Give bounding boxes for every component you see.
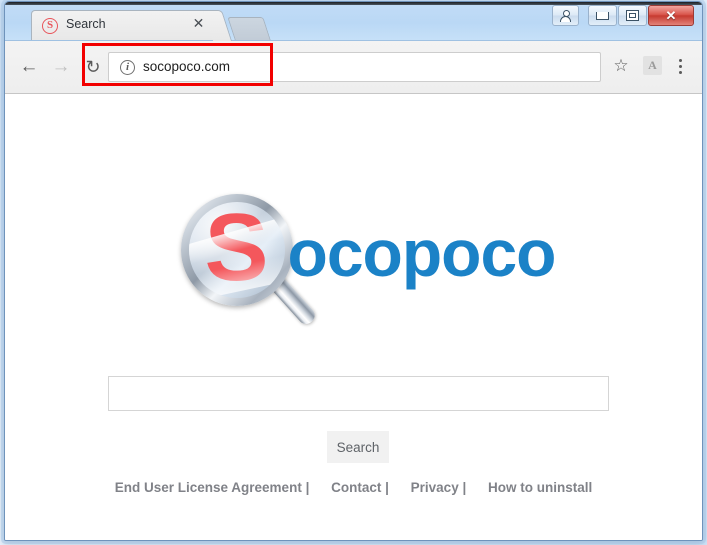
magnifier-lens: S — [188, 202, 285, 298]
minimize-icon — [596, 11, 609, 20]
close-icon: ✕ — [665, 7, 677, 23]
site-logo: S ocopoco — [5, 192, 702, 328]
desktop-background: S Search ✕ ✕ ← → ↻ i socopoco.com ☆ A oc… — [0, 0, 707, 545]
user-icon — [560, 9, 571, 22]
site-info-icon[interactable]: i — [120, 60, 135, 75]
link-how-to-uninstall[interactable]: How to uninstall — [488, 480, 592, 495]
bookmark-star-icon[interactable]: ☆ — [609, 54, 633, 78]
close-window-button[interactable]: ✕ — [648, 5, 694, 26]
browser-title-bar: S Search ✕ ✕ — [5, 2, 702, 41]
logo-wordmark: ocopoco — [287, 216, 557, 290]
menu-dot-icon — [678, 64, 682, 68]
forward-button[interactable]: → — [49, 55, 73, 79]
chrome-menu-button[interactable] — [671, 54, 689, 78]
search-button[interactable]: Search — [327, 431, 389, 463]
page-content: S ocopoco Search End User License Agreem… — [5, 94, 702, 540]
tab-favicon-icon: S — [42, 18, 58, 34]
footer-links: End User License Agreement | Contact | P… — [5, 480, 702, 495]
minimize-button[interactable] — [588, 5, 617, 26]
magnifier-ring: S — [180, 194, 293, 306]
reload-button[interactable]: ↻ — [81, 55, 105, 79]
maximize-button[interactable] — [618, 5, 647, 26]
link-contact[interactable]: Contact | — [331, 480, 389, 495]
maximize-icon — [626, 10, 639, 21]
link-end-user-license-agreement[interactable]: End User License Agreement | — [115, 480, 310, 495]
browser-toolbar: ← → ↻ i socopoco.com ☆ A — [5, 41, 702, 94]
browser-tab-search[interactable]: S Search ✕ — [31, 10, 233, 41]
new-tab-button[interactable] — [227, 17, 271, 40]
menu-dot-icon — [678, 58, 682, 62]
address-bar[interactable]: i socopoco.com — [108, 52, 601, 82]
back-button[interactable]: ← — [17, 55, 41, 79]
tab-close-icon[interactable]: ✕ — [191, 15, 206, 31]
menu-dot-icon — [678, 70, 682, 74]
user-profile-button[interactable] — [552, 5, 579, 26]
search-input[interactable] — [108, 376, 609, 411]
window-controls: ✕ — [551, 5, 694, 26]
address-bar-url: socopoco.com — [143, 59, 231, 74]
link-privacy[interactable]: Privacy | — [411, 480, 467, 495]
browser-window: S Search ✕ ✕ ← → ↻ i socopoco.com ☆ A oc… — [4, 1, 703, 541]
tab-title: Search — [66, 17, 106, 31]
tab-right-edge — [202, 10, 233, 41]
pdf-extension-icon[interactable]: A — [643, 56, 662, 75]
